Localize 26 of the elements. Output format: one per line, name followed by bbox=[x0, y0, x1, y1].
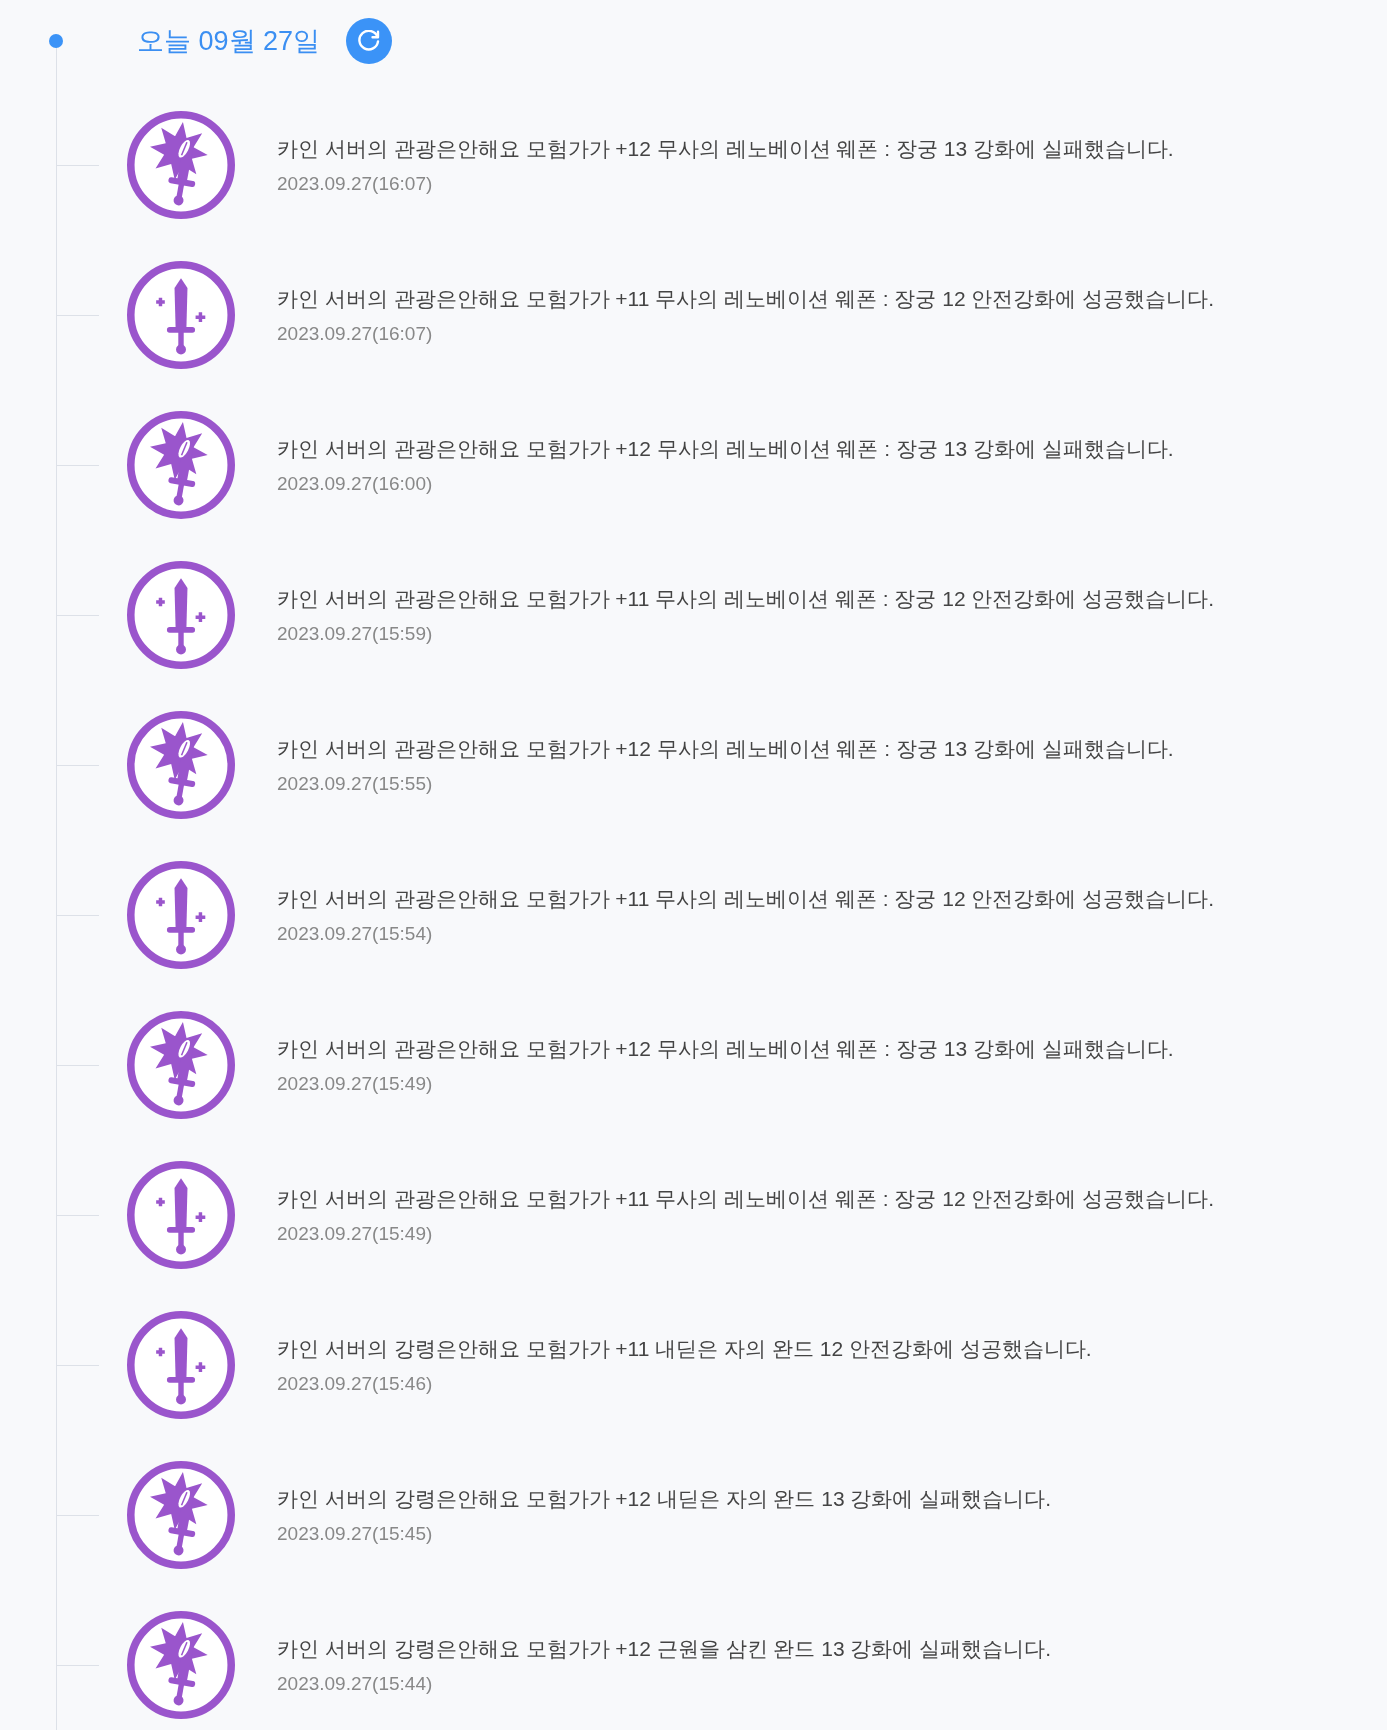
log-message: 카인 서버의 관광은안해요 모험가가 +12 무사의 레노베이션 웨폰 : 장궁 13 강화에 실패했습니다. bbox=[277, 436, 1174, 462]
timeline-dot-icon bbox=[49, 34, 63, 48]
log-timestamp: 2023.09.27(16:00) bbox=[277, 472, 434, 496]
log-timestamp: 2023.09.27(15:46) bbox=[277, 1372, 434, 1396]
log-message: 카인 서버의 관광은안해요 모험가가 +12 무사의 레노베이션 웨폰 : 장궁 13 강화에 실패했습니다. bbox=[277, 1036, 1174, 1062]
log-timestamp: 2023.09.27(15:54) bbox=[277, 922, 434, 946]
log-message: 카인 서버의 관광은안해요 모험가가 +11 무사의 레노베이션 웨폰 : 장궁 12 안전강화에 성공했습니다. bbox=[277, 286, 1215, 312]
log-timestamp: 2023.09.27(16:07) bbox=[277, 322, 434, 346]
log-message: 카인 서버의 관광은안해요 모험가가 +11 무사의 레노베이션 웨폰 : 장궁 12 안전강화에 성공했습니다. bbox=[277, 1186, 1215, 1212]
refresh-icon bbox=[358, 30, 381, 52]
log-timestamp: 2023.09.27(15:44) bbox=[277, 1672, 434, 1696]
log-message: 카인 서버의 관광은안해요 모험가가 +12 무사의 레노베이션 웨폰 : 장궁 13 강화에 실패했습니다. bbox=[277, 736, 1174, 762]
date-heading: 오늘 09월 27일 bbox=[137, 25, 321, 58]
log-timestamp: 2023.09.27(15:49) bbox=[277, 1072, 434, 1096]
log-message: 카인 서버의 관광은안해요 모험가가 +12 무사의 레노베이션 웨폰 : 장궁 13 강화에 실패했습니다. bbox=[277, 136, 1174, 162]
log-message: 카인 서버의 강령은안해요 모험가가 +12 근원을 삼킨 완드 13 강화에 실패했습니다. bbox=[277, 1636, 1052, 1662]
log-timestamp: 2023.09.27(15:55) bbox=[277, 772, 434, 796]
log-message: 카인 서버의 강령은안해요 모험가가 +11 내딛은 자의 완드 12 안전강화에 성공했습니다. bbox=[277, 1336, 1092, 1362]
log-message: 카인 서버의 강령은안해요 모험가가 +12 내딛은 자의 완드 13 강화에 실패했습니다. bbox=[277, 1486, 1052, 1512]
refresh-button[interactable] bbox=[346, 18, 393, 64]
log-timestamp: 2023.09.27(16:07) bbox=[277, 172, 434, 196]
log-timestamp: 2023.09.27(15:49) bbox=[277, 1222, 434, 1246]
log-timestamp: 2023.09.27(15:45) bbox=[277, 1522, 434, 1546]
log-message: 카인 서버의 관광은안해요 모험가가 +11 무사의 레노베이션 웨폰 : 장궁 12 안전강화에 성공했습니다. bbox=[277, 586, 1215, 612]
log-timestamp: 2023.09.27(15:59) bbox=[277, 622, 434, 646]
log-message: 카인 서버의 관광은안해요 모험가가 +11 무사의 레노베이션 웨폰 : 장궁 12 안전강화에 성공했습니다. bbox=[277, 886, 1215, 912]
